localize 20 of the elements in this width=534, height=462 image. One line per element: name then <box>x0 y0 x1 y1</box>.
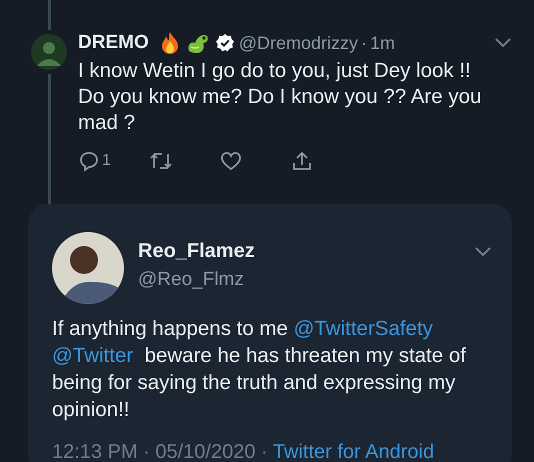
retweet-icon[interactable] <box>149 150 173 172</box>
user-name: DREMO <box>78 32 149 54</box>
tweet-text: If anything happens to me @TwitterSafety @Twitter beware he has threaten my state of being for saying the truth and expressing my opinion!! <box>52 316 467 423</box>
quoted-tweet-card[interactable] <box>28 204 512 462</box>
source-link[interactable]: Twitter for Android <box>272 441 434 462</box>
tweet-timestamp: 12:13 PM · 05/10/2020 · <box>52 441 269 462</box>
mention-link[interactable]: @Twitter <box>52 344 134 367</box>
heart-icon[interactable] <box>220 150 242 172</box>
tweet-text: I know Wetin I go do to you, just Dey look !! Do you know me? Do I know you ?? Are you mad ? <box>78 58 482 136</box>
user-handle: @Reo_Flmz <box>138 269 245 291</box>
reply-count: 1 <box>102 152 111 170</box>
mention-link[interactable]: @TwitterSafety <box>294 317 433 340</box>
tweet-time: 1m <box>370 32 396 54</box>
user-handle: @Dremodrizzy <box>238 32 358 54</box>
share-icon[interactable] <box>291 150 313 172</box>
separator-dot: · <box>361 32 368 54</box>
chevron-down-icon[interactable] <box>474 246 492 258</box>
reply-icon[interactable] <box>78 150 100 172</box>
chevron-down-icon[interactable] <box>494 37 512 49</box>
user-name: Reo_Flamez <box>138 240 255 263</box>
